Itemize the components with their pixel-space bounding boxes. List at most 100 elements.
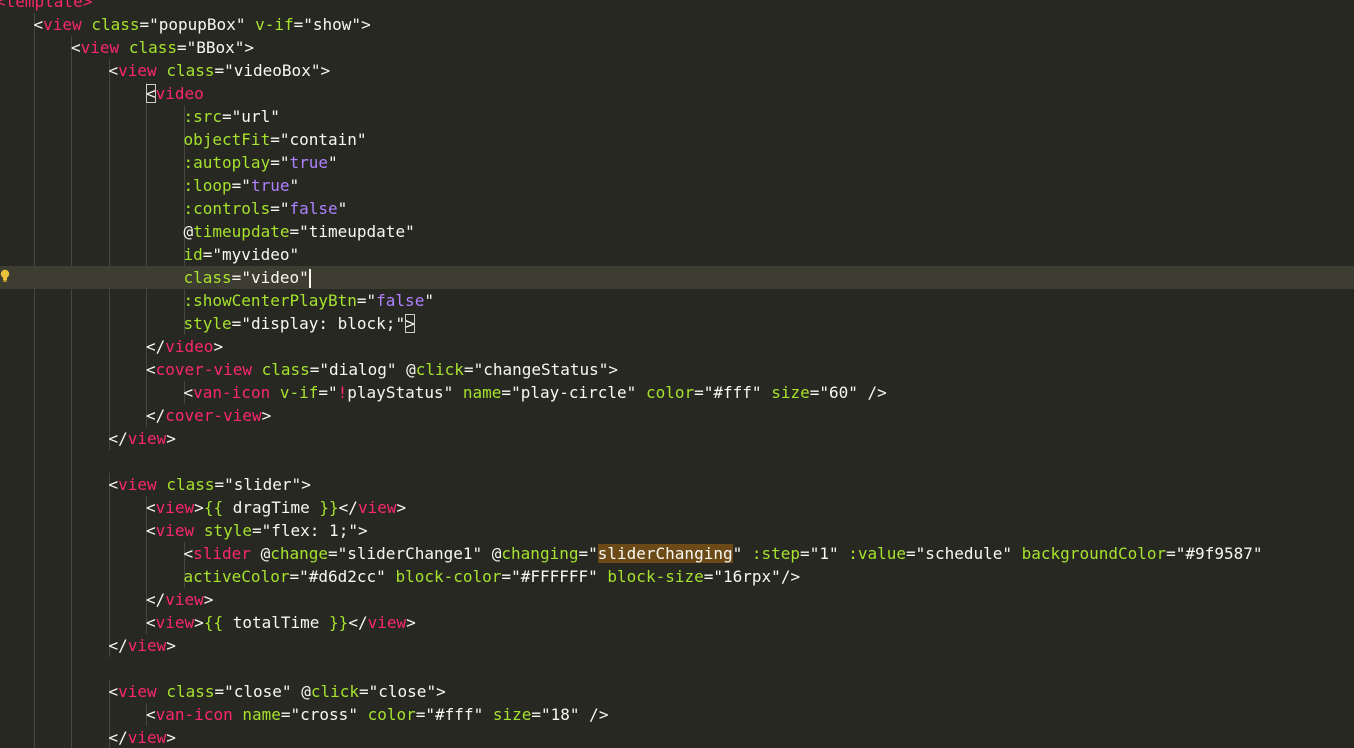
code-token: = bbox=[293, 15, 304, 34]
code-token: = bbox=[501, 567, 512, 586]
code-token: = bbox=[359, 682, 369, 701]
code-line[interactable]: @timeupdate="timeupdate" bbox=[0, 220, 1354, 243]
code-token: "myvideo" bbox=[212, 245, 300, 264]
code-token: "show" bbox=[303, 15, 362, 34]
code-token: " bbox=[732, 544, 743, 563]
code-token: "play-circle" bbox=[511, 383, 637, 402]
code-token: objectFit bbox=[183, 130, 271, 149]
code-token: id bbox=[183, 245, 203, 264]
code-line[interactable]: <view>{{ totalTime }}</view> bbox=[0, 611, 1354, 634]
code-token: < bbox=[146, 521, 156, 540]
code-token: = bbox=[222, 107, 232, 126]
code-token: = bbox=[328, 544, 338, 563]
code-token: "display: block;" bbox=[241, 314, 406, 333]
code-line[interactable]: </cover-view> bbox=[0, 404, 1354, 427]
code-line[interactable]: <van-icon name="cross" color="#fff" size… bbox=[0, 703, 1354, 726]
code-token: < bbox=[146, 84, 156, 103]
code-line[interactable]: :autoplay="true" bbox=[0, 151, 1354, 174]
code-line[interactable]: <view>{{ dragTime }}</view> bbox=[0, 496, 1354, 519]
code-line[interactable]: <cover-view class="dialog" @click="chang… bbox=[0, 358, 1354, 381]
code-token: true bbox=[250, 176, 290, 195]
code-token: =" bbox=[578, 544, 598, 563]
code-token: =" bbox=[356, 291, 377, 310]
code-text: </view> bbox=[109, 726, 176, 748]
code-token: color bbox=[367, 705, 416, 724]
code-token: = bbox=[139, 15, 150, 34]
code-token: "#fff" bbox=[425, 705, 484, 724]
code-token: = bbox=[694, 383, 704, 402]
code-token: = bbox=[289, 567, 300, 586]
code-token: class bbox=[183, 268, 232, 287]
code-token: </ bbox=[108, 429, 128, 448]
code-token: = bbox=[214, 682, 225, 701]
code-line[interactable] bbox=[0, 450, 1354, 473]
code-text: <view class="BBox"> bbox=[71, 36, 254, 59]
code-line[interactable]: activeColor="#d6d2cc" block-color="#FFFF… bbox=[0, 565, 1354, 588]
code-token: > bbox=[608, 360, 619, 379]
code-line[interactable]: :loop="true" bbox=[0, 174, 1354, 197]
code-token: "changeStatus" bbox=[473, 360, 609, 379]
code-token: }} bbox=[329, 613, 349, 632]
code-line[interactable]: </view> bbox=[0, 726, 1354, 748]
code-line[interactable]: objectFit="contain" bbox=[0, 128, 1354, 151]
code-token: = bbox=[463, 360, 474, 379]
code-token: =" bbox=[270, 153, 290, 172]
code-line[interactable]: </video> bbox=[0, 335, 1354, 358]
code-editor[interactable]: <template> <view class="popupBox" v-if="s… bbox=[0, 0, 1354, 748]
lightbulb-icon[interactable] bbox=[0, 269, 10, 283]
code-line[interactable]: :src="url" bbox=[0, 105, 1354, 128]
code-token: view bbox=[118, 475, 157, 494]
code-token: view bbox=[118, 61, 157, 80]
code-line-current[interactable]: class="video" bbox=[0, 266, 1354, 289]
code-line[interactable]: <view class="slider"> bbox=[0, 473, 1354, 496]
code-line[interactable]: :showCenterPlayBtn="false" bbox=[0, 289, 1354, 312]
code-token: = bbox=[176, 38, 187, 57]
code-line[interactable]: <video bbox=[0, 82, 1354, 105]
code-line[interactable]: id="myvideo" bbox=[0, 243, 1354, 266]
code-line[interactable]: <view class="close" @click="close"> bbox=[0, 680, 1354, 703]
code-text: @timeupdate="timeupdate" bbox=[184, 220, 415, 243]
code-token: = bbox=[703, 567, 714, 586]
code-token: = bbox=[289, 222, 300, 241]
code-token: " bbox=[424, 291, 434, 310]
code-text: style="display: block;"> bbox=[184, 312, 415, 335]
code-token: v-if bbox=[279, 383, 319, 402]
code-token: @ bbox=[183, 222, 194, 241]
code-token: =" bbox=[231, 176, 251, 195]
code-token: name bbox=[242, 705, 281, 724]
code-token: </ bbox=[338, 498, 358, 517]
code-token: :loop bbox=[183, 176, 232, 195]
code-text: objectFit="contain" bbox=[184, 128, 367, 151]
code-token: name bbox=[462, 383, 502, 402]
code-line[interactable] bbox=[0, 657, 1354, 680]
code-line[interactable]: <van-icon v-if="!playStatus" name="play-… bbox=[0, 381, 1354, 404]
code-line[interactable]: <view style="flex: 1;"> bbox=[0, 519, 1354, 542]
code-token: class bbox=[261, 360, 310, 379]
code-line[interactable]: <view class="BBox"> bbox=[0, 36, 1354, 59]
code-token: size bbox=[771, 383, 810, 402]
code-text: <view class="close" @click="close"> bbox=[109, 680, 446, 703]
code-line[interactable]: <view class="videoBox"> bbox=[0, 59, 1354, 82]
code-token: playStatus" bbox=[347, 383, 454, 402]
code-line[interactable]: <template> bbox=[0, 0, 1354, 13]
code-line[interactable]: <view class="popupBox" v-if="show"> bbox=[0, 13, 1354, 36]
code-text: <view style="flex: 1;"> bbox=[146, 519, 368, 542]
code-line[interactable]: </view> bbox=[0, 634, 1354, 657]
code-line[interactable]: <slider @change="sliderChange1" @changin… bbox=[0, 542, 1354, 565]
code-token: video bbox=[155, 84, 204, 103]
code-line[interactable]: :controls="false" bbox=[0, 197, 1354, 220]
code-token: < bbox=[108, 475, 119, 494]
code-line[interactable]: </view> bbox=[0, 427, 1354, 450]
code-line[interactable]: style="display: block;"> bbox=[0, 312, 1354, 335]
code-line[interactable]: </view> bbox=[0, 588, 1354, 611]
code-text: <view class="slider"> bbox=[109, 473, 311, 496]
code-token: dragTime bbox=[223, 498, 320, 517]
code-text: :showCenterPlayBtn="false" bbox=[184, 289, 434, 312]
code-token: < bbox=[146, 498, 156, 517]
